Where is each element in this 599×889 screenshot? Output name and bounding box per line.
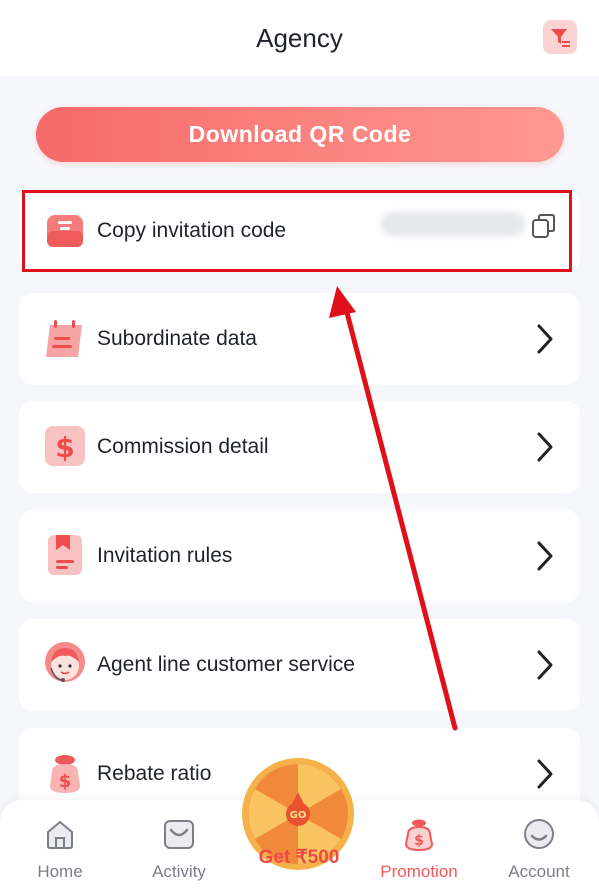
headset-agent-icon	[41, 640, 89, 688]
invitation-rules-label: Invitation rules	[97, 544, 233, 567]
download-qr-code-label: Download QR Code	[188, 121, 412, 147]
chevron-right-icon	[537, 541, 553, 571]
nav-activity[interactable]: Activity	[124, 800, 234, 889]
nav-home-label: Home	[37, 862, 83, 881]
commission-detail-label: Commission detail	[97, 435, 269, 458]
chevron-right-icon	[537, 324, 553, 354]
nav-promotion-label: Promotion	[380, 862, 458, 881]
gift-icon	[164, 820, 194, 849]
rebate-ratio-label: Rebate ratio	[97, 762, 212, 785]
subordinate-data-label: Subordinate data	[97, 327, 257, 350]
commission-detail-row[interactable]: $ Commission detail	[19, 401, 580, 493]
nav-account[interactable]: Account	[484, 800, 594, 889]
subordinate-data-row[interactable]: Subordinate data	[19, 293, 580, 385]
calendar-icon	[44, 317, 86, 359]
svg-text:$: $	[414, 833, 424, 849]
invitation-rules-row[interactable]: Invitation rules	[19, 510, 580, 602]
money-bag-icon: $	[404, 819, 434, 852]
agent-line-customer-service-label: Agent line customer service	[97, 653, 355, 676]
copy-icon[interactable]	[530, 212, 558, 240]
chevron-right-icon	[537, 759, 553, 789]
bookmark-icon	[44, 534, 86, 576]
svg-text:$: $	[59, 771, 72, 792]
svg-text:$: $	[55, 431, 74, 464]
nav-home[interactable]: Home	[5, 800, 115, 889]
nav-activity-label: Activity	[152, 862, 206, 881]
nav-promotion[interactable]: $ Promotion	[364, 800, 474, 889]
chevron-right-icon	[537, 650, 553, 680]
nav-account-label: Account	[508, 862, 570, 881]
filter-icon[interactable]	[543, 20, 577, 54]
go-text: GO	[290, 810, 307, 821]
copy-invitation-code-label: Copy invitation code	[97, 219, 287, 242]
download-qr-code-button[interactable]: Download QR Code	[36, 107, 564, 162]
money-bag-icon: $	[44, 752, 86, 794]
get-reward-label[interactable]: Get ₹500	[240, 846, 358, 869]
home-icon	[47, 820, 73, 849]
chevron-right-icon	[537, 432, 553, 462]
copy-invitation-code-row[interactable]: Copy invitation code	[19, 190, 580, 272]
account-icon	[524, 819, 554, 849]
dollar-icon: $	[44, 425, 86, 467]
header-bar: Agency	[0, 0, 599, 76]
invitation-code-value	[381, 212, 525, 236]
page-title: Agency	[256, 22, 343, 53]
inbox-icon	[44, 210, 86, 252]
agent-line-customer-service-row[interactable]: Agent line customer service	[19, 619, 580, 711]
